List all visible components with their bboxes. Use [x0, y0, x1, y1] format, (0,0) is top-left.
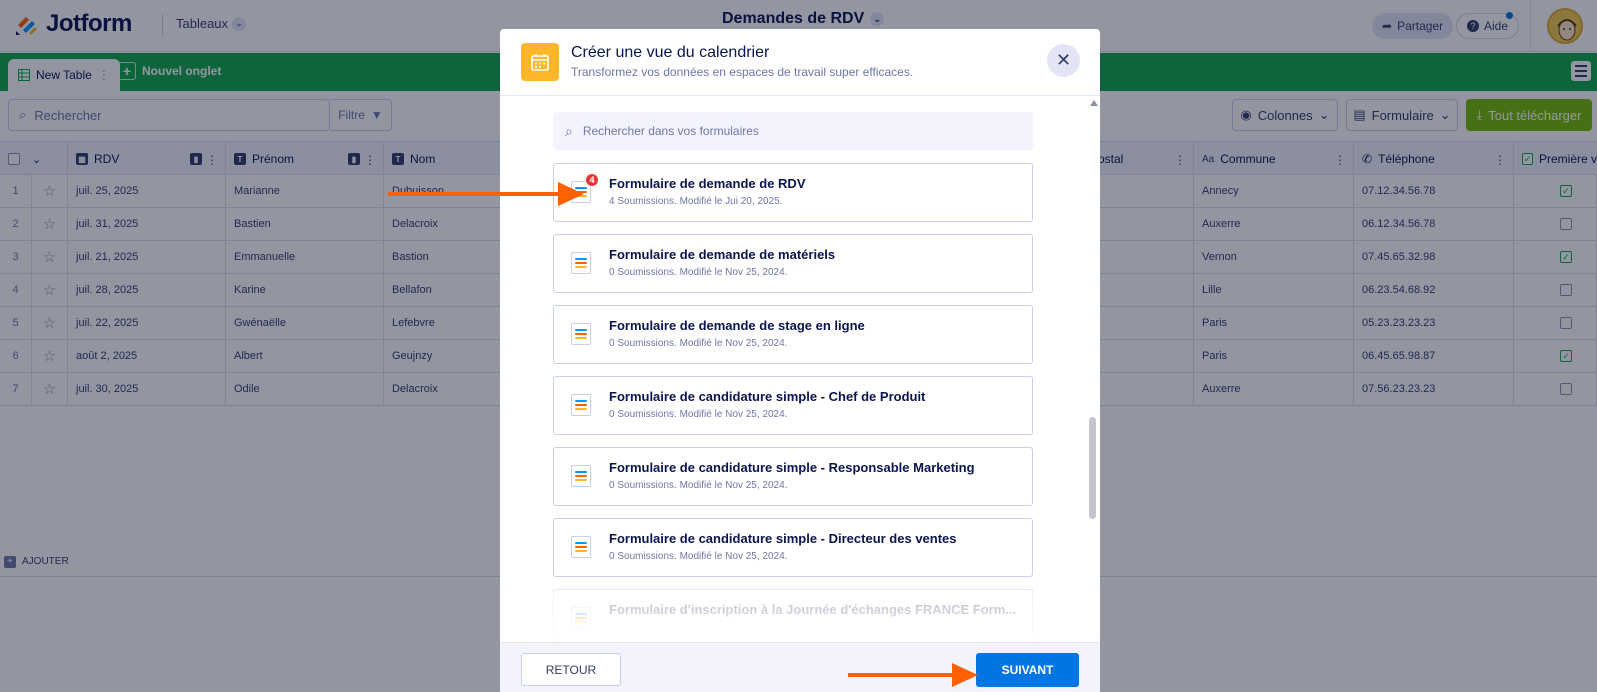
form-list-item[interactable]: Formulaire de candidature simple - Direc… — [553, 518, 1033, 577]
modal-footer: RETOUR SUIVANT — [500, 642, 1100, 692]
form-icon — [571, 394, 591, 416]
form-list-item[interactable]: Formulaire de candidature simple - Respo… — [553, 447, 1033, 506]
close-icon[interactable]: ✕ — [1047, 44, 1080, 77]
list-fade — [500, 592, 1100, 642]
form-meta: 0 Soumissions. Modifié le Nov 25, 2024. — [609, 267, 788, 278]
form-list-item[interactable]: Formulaire de demande de matériels 0 Soum… — [553, 234, 1033, 293]
scroll-up-icon[interactable] — [1090, 100, 1098, 106]
back-button[interactable]: RETOUR — [521, 653, 621, 686]
form-name: Formulaire de candidature simple - Respo… — [609, 460, 975, 475]
modal-body: ⌕ Rechercher dans vos formulaires 4 Formu… — [500, 97, 1100, 642]
modal-subtitle: Transformez vos données en espaces de tr… — [571, 65, 914, 79]
form-icon — [571, 252, 591, 274]
form-name: Formulaire de demande de RDV — [609, 176, 806, 191]
form-search-placeholder: Rechercher dans vos formulaires — [582, 124, 759, 138]
next-button[interactable]: SUIVANT — [976, 653, 1079, 687]
form-list-item[interactable]: Formulaire de candidature simple - Chef … — [553, 376, 1033, 435]
form-name: Formulaire de candidature simple - Direc… — [609, 531, 957, 546]
form-meta: 0 Soumissions. Modifié le Nov 25, 2024. — [609, 551, 788, 562]
form-list-item[interactable]: Formulaire de demande de stage en ligne 0… — [553, 305, 1033, 364]
submission-count-badge: 4 — [585, 173, 599, 187]
form-meta: 0 Soumissions. Modifié le Nov 25, 2024. — [609, 338, 788, 349]
annotation-arrow-icon — [388, 182, 584, 206]
form-meta: 0 Soumissions. Modifié le Nov 25, 2024. — [609, 480, 788, 491]
create-calendar-view-modal: Créer une vue du calendrier Transformez … — [500, 29, 1100, 692]
search-icon: ⌕ — [565, 122, 573, 139]
form-icon — [571, 536, 591, 558]
annotation-arrow-icon — [848, 663, 978, 687]
form-search-input[interactable]: ⌕ Rechercher dans vos formulaires — [553, 112, 1033, 150]
form-list-item[interactable]: 4 Formulaire de demande de RDV 4 Soumissio… — [553, 163, 1033, 222]
form-name: Formulaire de demande de stage en ligne — [609, 318, 865, 333]
scrollbar-thumb[interactable] — [1089, 417, 1096, 519]
form-name: Formulaire de demande de matériels — [609, 247, 836, 262]
form-icon — [571, 465, 591, 487]
form-meta: 0 Soumissions. Modifié le Nov 25, 2024. — [609, 409, 788, 420]
form-icon — [571, 323, 591, 345]
form-meta: 4 Soumissions. Modifié le Jui 20, 2025. — [609, 196, 783, 207]
calendar-icon — [521, 43, 559, 81]
modal-header: Créer une vue du calendrier Transformez … — [500, 29, 1100, 96]
modal-title: Créer une vue du calendrier — [571, 44, 770, 61]
form-name: Formulaire de candidature simple - Chef … — [609, 389, 926, 404]
